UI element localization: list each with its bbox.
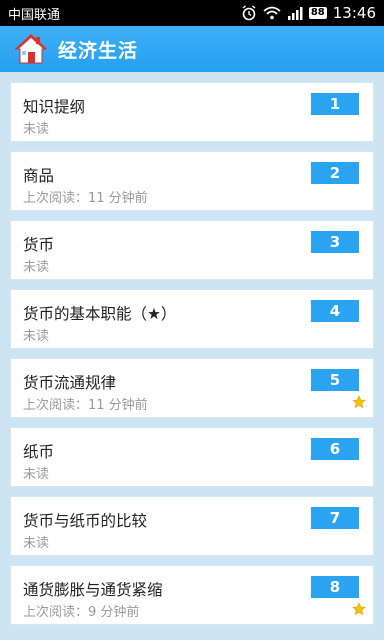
item-number-badge: 1 [311,93,359,115]
item-title: 货币 [23,236,55,254]
item-title: 纸币 [23,443,55,461]
status-bar: 中国联通 88 13:46 [0,0,384,26]
item-number-badge: 6 [311,438,359,460]
item-status: 未读 [23,329,50,344]
wifi-icon [263,6,281,20]
item-title: 通货膨胀与通货紧缩 [23,581,163,599]
item-title: 货币与纸币的比较 [23,512,148,530]
item-title: 商品 [23,167,55,185]
item-number-badge: 3 [311,231,359,253]
item-status: 上次阅读：9 分钟前 [23,605,140,620]
item-status: 上次阅读：11 分钟前 [23,398,148,413]
clock-label: 13:46 [332,4,376,22]
item-number-badge: 7 [311,507,359,529]
carrier-label: 中国联通 [8,7,61,23]
item-title: 货币的基本职能（★） [23,305,177,323]
item-number-badge: 4 [311,300,359,322]
list-item[interactable]: 通货膨胀与通货紧缩 上次阅读：9 分钟前 8 [10,565,374,625]
star-icon [352,602,366,616]
list-item[interactable]: 商品 上次阅读：11 分钟前 2 [10,151,374,211]
alarm-icon [242,5,256,21]
item-status: 未读 [23,467,50,482]
list-item[interactable]: 货币 未读 3 [10,220,374,280]
list-item[interactable]: 货币流通规律 上次阅读：11 分钟前 5 [10,358,374,418]
app-title: 经济生活 [58,39,139,62]
star-icon [352,395,366,409]
item-title: 知识提纲 [23,98,86,116]
list-item[interactable]: 货币与纸币的比较 未读 7 [10,496,374,556]
battery-icon: 88 [308,7,327,19]
app-bar: 经济生活 [0,26,384,72]
item-number-badge: 2 [311,162,359,184]
item-status: 未读 [23,122,50,137]
house-icon[interactable] [14,32,48,66]
chapter-list: 知识提纲 未读 1 商品 上次阅读：11 分钟前 2 货币 未读 3 货币的基本… [10,82,374,634]
item-title: 货币流通规律 [23,374,117,392]
status-icons: 88 13:46 [241,4,376,22]
item-status: 未读 [23,260,50,275]
item-status: 上次阅读：11 分钟前 [23,191,148,206]
item-number-badge: 5 [311,369,359,391]
item-number-badge: 8 [311,576,359,598]
list-item[interactable]: 知识提纲 未读 1 [10,82,374,142]
signal-icon [287,7,303,20]
item-status: 未读 [23,536,50,551]
list-item[interactable]: 纸币 未读 6 [10,427,374,487]
list-item[interactable]: 货币的基本职能（★） 未读 4 [10,289,374,349]
